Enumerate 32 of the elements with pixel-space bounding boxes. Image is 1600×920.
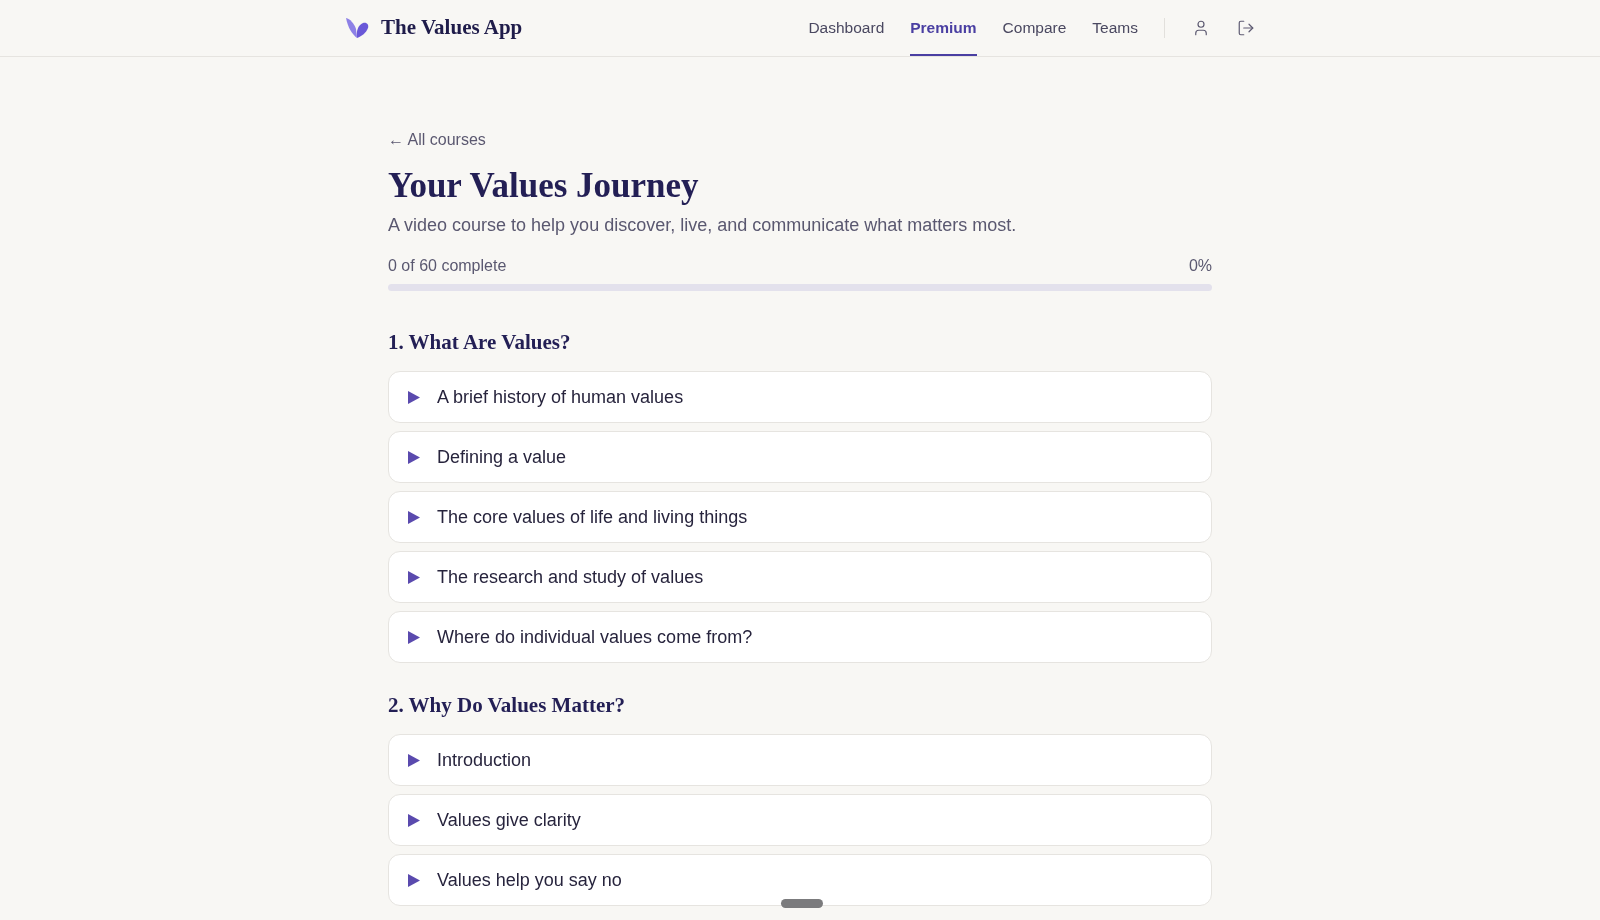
- play-icon: [408, 753, 420, 767]
- play-icon: [408, 570, 420, 584]
- progress-percent: 0%: [1188, 256, 1212, 276]
- nav-tab[interactable]: Dashboard: [808, 0, 885, 56]
- page-title: Your Values Journey: [388, 166, 700, 206]
- logout-icon[interactable]: [1237, 19, 1255, 37]
- nav-tab[interactable]: Compare: [1002, 0, 1067, 56]
- lesson-item[interactable]: Values give clarity: [388, 794, 1212, 846]
- nav-tab[interactable]: Premium: [910, 0, 977, 56]
- lesson-item[interactable]: Values help you say no: [388, 854, 1212, 906]
- lesson-item[interactable]: Defining a value: [388, 431, 1212, 483]
- play-icon: [408, 450, 420, 464]
- nav-tab[interactable]: Teams: [1092, 0, 1138, 56]
- user-icon[interactable]: [1192, 19, 1210, 37]
- play-icon: [408, 630, 420, 644]
- section-heading: 1. What Are Values?: [388, 329, 572, 356]
- lesson-item[interactable]: A brief history of human values: [388, 371, 1212, 423]
- page-subtitle: A video course to help you discover, live, and communicate what matters most.: [388, 214, 1018, 237]
- play-icon: [408, 873, 420, 887]
- app-name: The Values App: [381, 14, 523, 42]
- lesson-item[interactable]: The research and study of values: [388, 551, 1212, 603]
- back-link[interactable]: ← All courses: [388, 130, 486, 150]
- progress-label: 0 of 60 complete: [388, 256, 507, 276]
- lesson-item[interactable]: Where do individual values come from?: [388, 611, 1212, 663]
- logo-icon: [345, 17, 369, 39]
- play-icon: [408, 390, 420, 404]
- play-icon: [408, 510, 420, 524]
- lesson-item[interactable]: The core values of life and living things: [388, 491, 1212, 543]
- lesson-item[interactable]: Introduction: [388, 734, 1212, 786]
- play-icon: [408, 813, 420, 827]
- section-heading: 2. Why Do Values Matter?: [388, 692, 627, 719]
- scroll-handle[interactable]: [781, 899, 823, 908]
